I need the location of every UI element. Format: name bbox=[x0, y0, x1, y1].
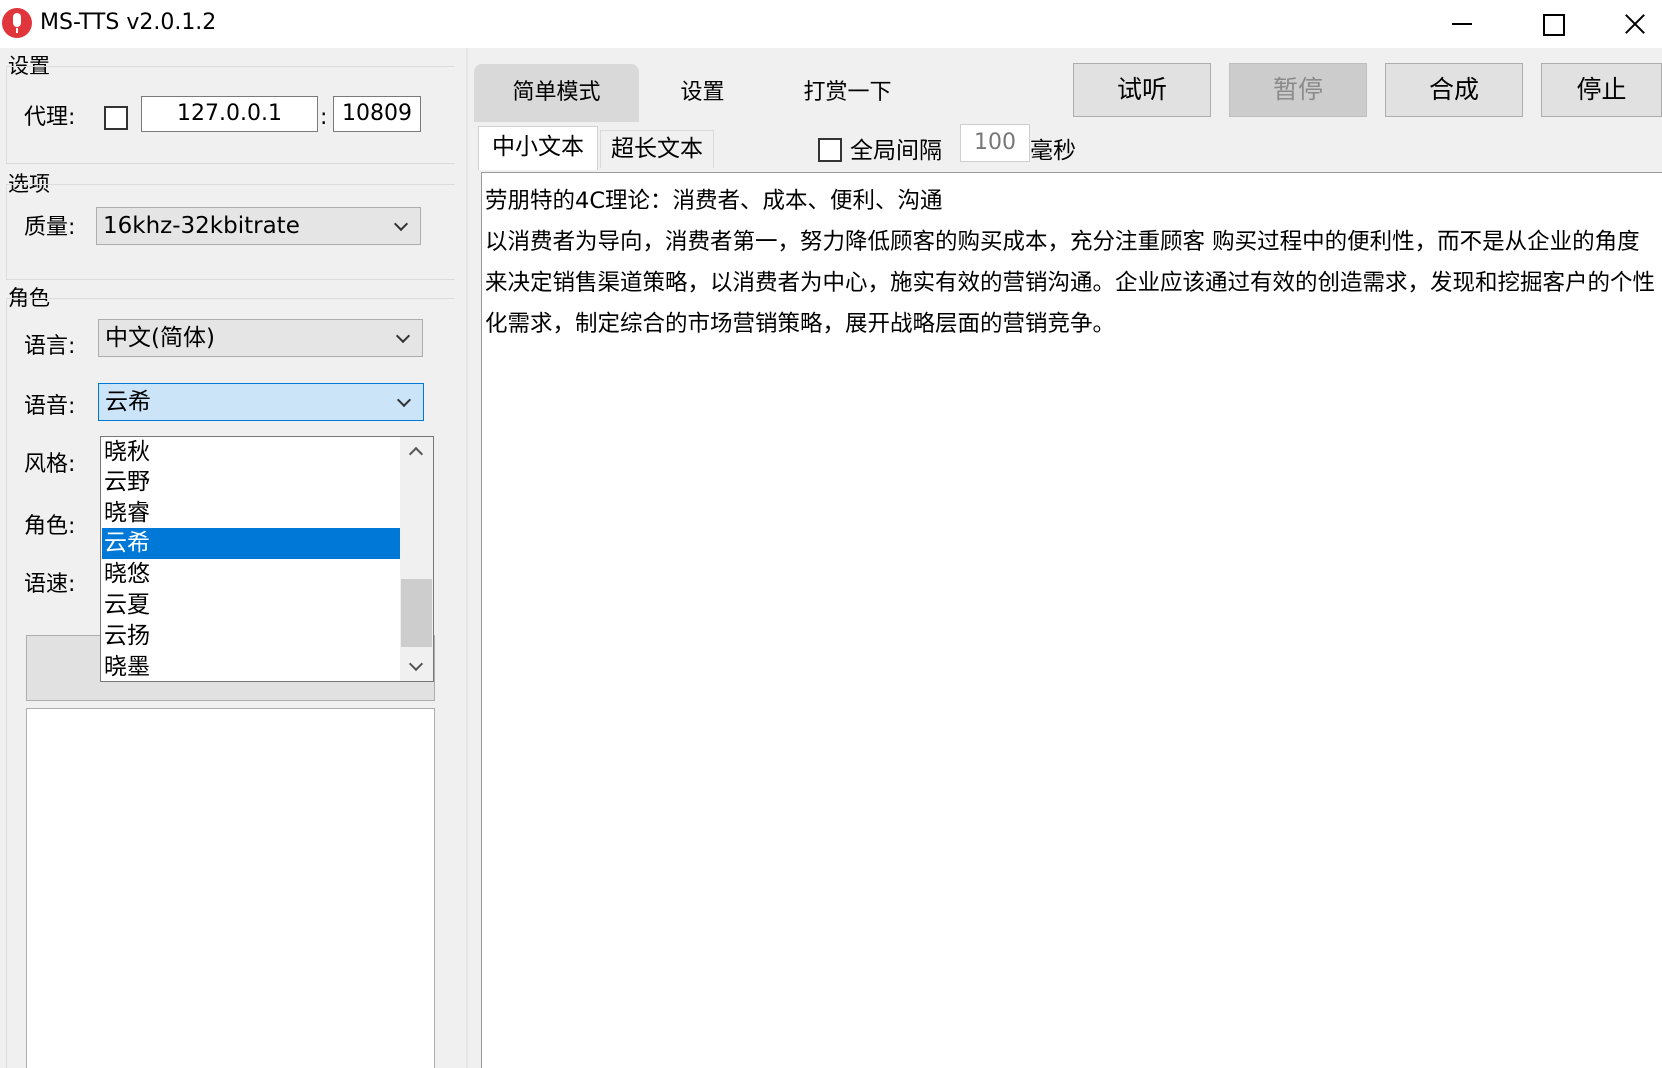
chevron-down-icon bbox=[396, 392, 412, 408]
proxy-colon: : bbox=[320, 105, 328, 130]
language-select[interactable]: 中文(简体) bbox=[98, 319, 423, 357]
minimize-icon[interactable] bbox=[1430, 0, 1494, 48]
text-input-area[interactable]: 劳朋特的4C理论：消费者、成本、便利、沟通 以消费者为导向，消费者第一，努力降低… bbox=[481, 172, 1662, 1068]
stop-button[interactable]: 停止 bbox=[1541, 63, 1662, 117]
global-interval-checkbox[interactable] bbox=[818, 138, 842, 162]
voice-option[interactable]: 晓睿 bbox=[102, 498, 400, 529]
close-icon[interactable] bbox=[1610, 0, 1662, 48]
language-label: 语言: bbox=[24, 334, 76, 359]
scrollbar-thumb[interactable] bbox=[401, 579, 432, 647]
tab-simple-mode[interactable]: 简单模式 bbox=[474, 64, 639, 122]
chevron-down-icon[interactable] bbox=[408, 656, 424, 672]
style-label: 风格: bbox=[24, 452, 76, 477]
voice-option[interactable]: 晓墨 bbox=[102, 652, 400, 683]
language-value: 中文(简体) bbox=[105, 325, 215, 351]
microphone-icon bbox=[2, 8, 32, 38]
proxy-host-input[interactable]: 127.0.0.1 bbox=[141, 96, 318, 132]
chevron-down-icon bbox=[395, 328, 411, 344]
voice-value: 云希 bbox=[105, 389, 151, 415]
voice-option[interactable]: 云夏 bbox=[102, 590, 400, 621]
voice-dropdown-list[interactable]: 晓秋 云野 晓睿 云希 晓悠 云夏 云扬 晓墨 bbox=[100, 436, 434, 682]
synthesize-button[interactable]: 合成 bbox=[1385, 63, 1523, 117]
tab-settings[interactable]: 设置 bbox=[650, 64, 755, 122]
interval-unit: 毫秒 bbox=[1030, 138, 1076, 164]
quality-value: 16khz-32kbitrate bbox=[103, 213, 300, 239]
proxy-port-input[interactable]: 10809 bbox=[333, 96, 421, 132]
pause-button[interactable]: 暂停 bbox=[1229, 63, 1367, 117]
dropdown-scrollbar[interactable] bbox=[400, 437, 433, 681]
voice-select[interactable]: 云希 bbox=[98, 383, 424, 421]
voice-option[interactable]: 晓悠 bbox=[102, 559, 400, 590]
tab-long-text[interactable]: 超长文本 bbox=[600, 130, 714, 168]
global-interval-label: 全局间隔 bbox=[850, 138, 942, 164]
chevron-up-icon[interactable] bbox=[408, 446, 424, 462]
voice-label: 语音: bbox=[24, 394, 76, 419]
window-title: MS-TTS v2.0.1.2 bbox=[40, 10, 217, 35]
preview-button[interactable]: 试听 bbox=[1073, 63, 1211, 117]
voice-option[interactable]: 晓秋 bbox=[102, 437, 400, 468]
panel-splitter[interactable] bbox=[466, 48, 468, 1068]
quality-label: 质量: bbox=[24, 215, 76, 240]
title-bar: MS-TTS v2.0.1.2 bbox=[0, 0, 1662, 48]
proxy-label: 代理: bbox=[24, 105, 76, 130]
tab-short-text[interactable]: 中小文本 bbox=[478, 126, 598, 170]
role-label: 角色: bbox=[24, 514, 76, 539]
quality-select[interactable]: 16khz-32kbitrate bbox=[96, 207, 421, 245]
tab-tip[interactable]: 打赏一下 bbox=[785, 64, 910, 122]
maximize-icon[interactable] bbox=[1520, 0, 1584, 48]
chevron-down-icon bbox=[393, 216, 409, 232]
log-output bbox=[26, 708, 435, 1068]
interval-input[interactable]: 100 bbox=[960, 124, 1030, 162]
voice-option[interactable]: 云扬 bbox=[102, 621, 400, 652]
proxy-checkbox[interactable] bbox=[104, 106, 128, 130]
speed-label: 语速: bbox=[24, 572, 76, 597]
voice-option[interactable]: 云野 bbox=[102, 467, 400, 498]
voice-option-selected[interactable]: 云希 bbox=[102, 528, 400, 559]
